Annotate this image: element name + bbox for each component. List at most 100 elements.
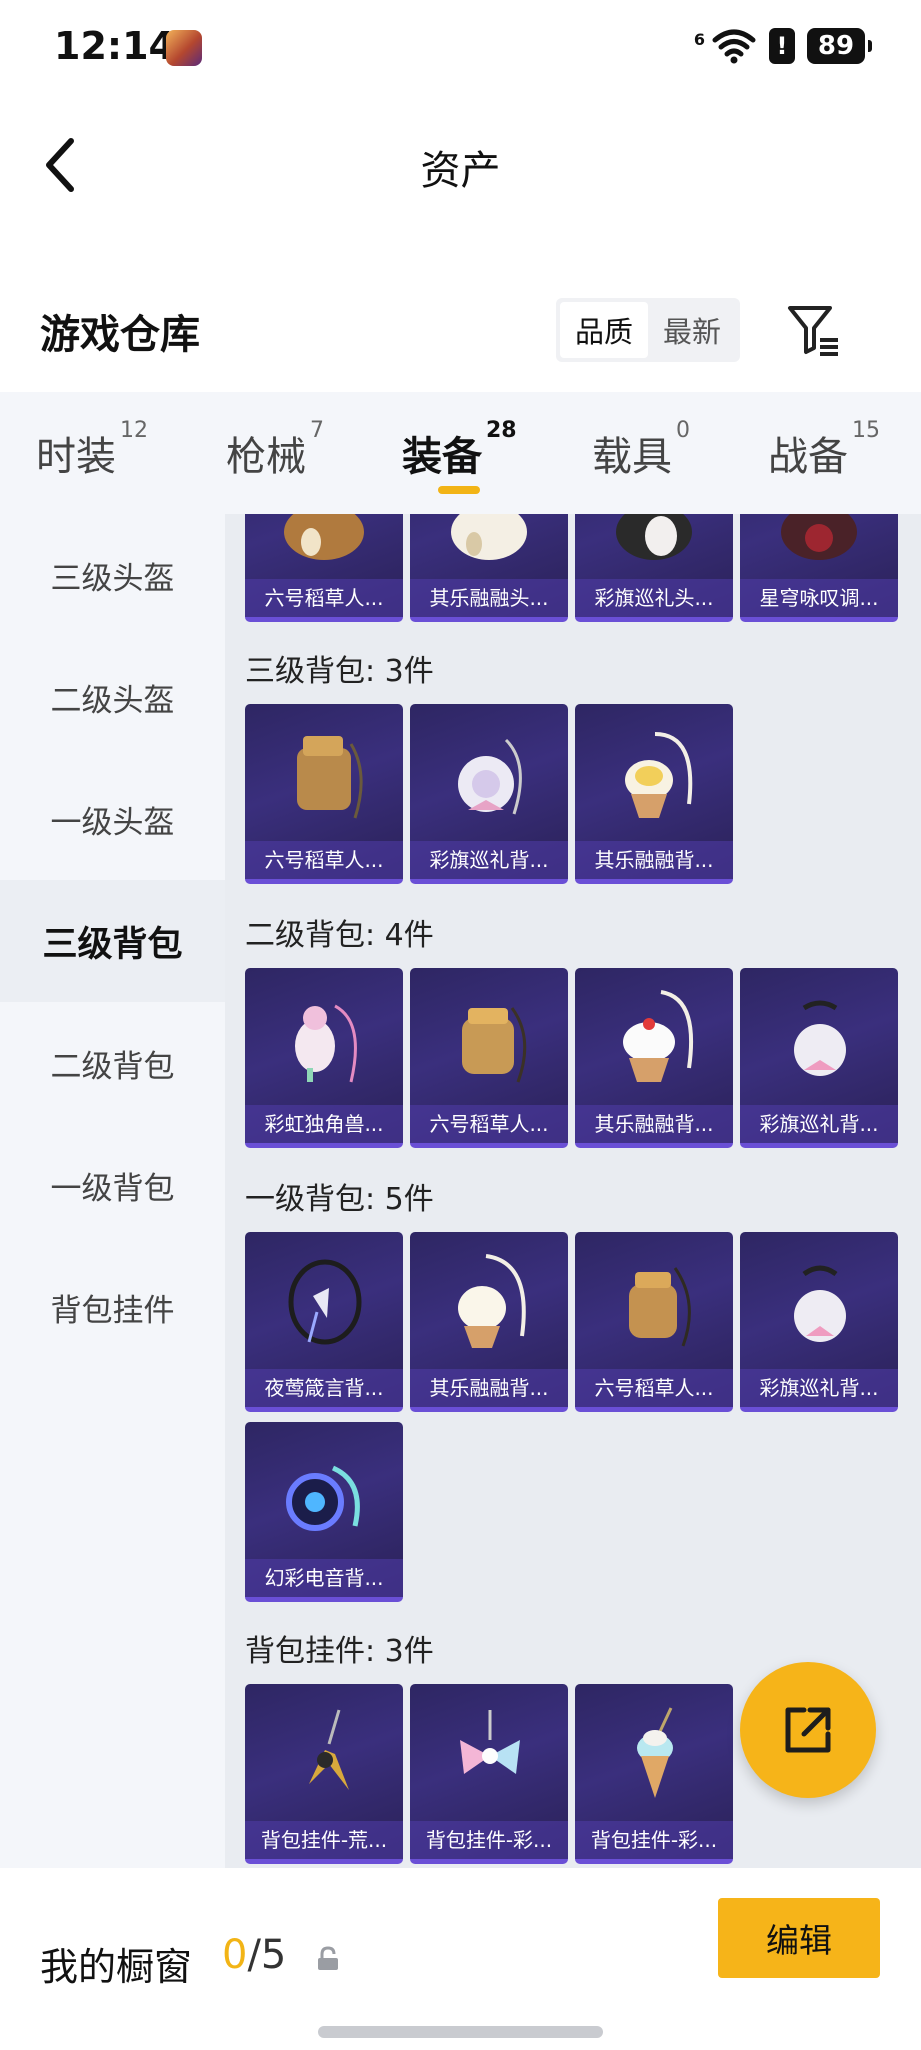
item-art (410, 1684, 568, 1824)
showcase-title: 我的橱窗 (40, 1945, 193, 1989)
tab-firearms[interactable]: 枪械7 (226, 418, 324, 482)
item-card[interactable]: 背包挂件-彩... (575, 1684, 733, 1864)
item-name: 幻彩电音背... (245, 1559, 403, 1597)
tab-label: 时装 (36, 434, 116, 480)
item-card[interactable]: 彩虹独角兽... (245, 968, 403, 1148)
item-name: 六号稻草人... (245, 579, 403, 617)
sort-by-quality[interactable]: 品质 (560, 302, 648, 358)
item-name: 其乐融融背... (410, 1369, 568, 1407)
sidebar-item-backpack-2[interactable]: 二级背包 (0, 1002, 225, 1124)
sort-toggle: 品质 最新 (556, 298, 740, 362)
item-card[interactable]: 六号稻草人... (575, 1232, 733, 1412)
item-art (575, 704, 733, 844)
item-art (245, 1684, 403, 1824)
item-card[interactable]: 六号稻草人... (245, 514, 403, 622)
showcase-current: 0 (222, 1932, 248, 1978)
share-button[interactable] (740, 1662, 876, 1798)
item-art (245, 1232, 403, 1372)
item-name: 其乐融融背... (575, 841, 733, 879)
tab-vehicles[interactable]: 载具0 (592, 418, 690, 482)
group-title-backpack-3: 三级背包: 3件 (245, 654, 434, 689)
item-card[interactable]: 背包挂件-荒... (245, 1684, 403, 1864)
network-type: 6 (693, 29, 705, 49)
edit-button[interactable]: 编辑 (718, 1898, 880, 1978)
tab-supplies[interactable]: 战备15 (768, 418, 880, 482)
item-card[interactable]: 六号稻草人... (410, 968, 568, 1148)
sort-by-newest[interactable]: 最新 (648, 302, 736, 358)
item-name: 其乐融融头... (410, 579, 568, 617)
item-name: 六号稻草人... (575, 1369, 733, 1407)
filter-button[interactable] (786, 302, 842, 358)
sidebar-item-helmet-3[interactable]: 三级头盔 (0, 514, 225, 636)
tab-count: 15 (852, 418, 880, 443)
sidebar-item-helmet-2[interactable]: 二级头盔 (0, 636, 225, 758)
tab-label: 枪械 (226, 434, 306, 480)
item-card[interactable]: 彩旗巡礼背... (410, 704, 568, 884)
tab-equipment[interactable]: 装备28 (402, 418, 517, 482)
active-tab-indicator (438, 486, 480, 494)
app-notification-icon (166, 30, 202, 66)
item-art (740, 514, 898, 582)
item-name: 背包挂件-彩... (410, 1821, 568, 1859)
warehouse-header: 游戏仓库 品质 最新 (0, 280, 921, 390)
tab-count: 12 (120, 418, 148, 443)
item-card[interactable]: 六号稻草人... (245, 704, 403, 884)
item-name: 背包挂件-荒... (245, 1821, 403, 1859)
sidebar-item-backpack-1[interactable]: 一级背包 (0, 1124, 225, 1246)
lock-icon (318, 1946, 338, 1970)
item-card[interactable]: 幻彩电音背... (245, 1422, 403, 1602)
showcase-count: 0/5 (222, 1932, 286, 1978)
subcategory-sidebar: 三级头盔 二级头盔 一级头盔 三级背包 二级背包 一级背包 背包挂件 (0, 514, 225, 1868)
item-name: 六号稻草人... (245, 841, 403, 879)
item-card[interactable]: 星穹咏叹调... (740, 514, 898, 622)
item-art (245, 514, 403, 582)
item-art (245, 704, 403, 844)
item-card[interactable]: 彩旗巡礼背... (740, 968, 898, 1148)
sidebar-item-backpack-charm[interactable]: 背包挂件 (0, 1246, 225, 1368)
item-name: 夜莺箴言背... (245, 1369, 403, 1407)
showcase-bar: 我的橱窗 0/5 编辑 (0, 1868, 921, 2050)
item-art (410, 704, 568, 844)
item-art (410, 968, 568, 1108)
item-art (575, 968, 733, 1108)
item-card[interactable]: 其乐融融背... (575, 968, 733, 1148)
tab-label: 载具 (592, 434, 672, 480)
tab-label: 战备 (768, 434, 848, 480)
item-art (245, 1422, 403, 1562)
item-card[interactable]: 夜莺箴言背... (245, 1232, 403, 1412)
item-name: 星穹咏叹调... (740, 579, 898, 617)
share-icon (785, 1707, 831, 1753)
status-bar: 12:14 6 ! 89 (0, 0, 921, 95)
page-title: 资产 (420, 148, 501, 194)
filter-icon (788, 306, 838, 356)
group-title-backpack-2: 二级背包: 4件 (245, 918, 434, 953)
sidebar-item-helmet-1[interactable]: 一级头盔 (0, 758, 225, 880)
item-card[interactable]: 彩旗巡礼头... (575, 514, 733, 622)
item-art (575, 514, 733, 582)
status-icons: 6 ! 89 (693, 28, 872, 64)
item-art (245, 968, 403, 1108)
item-art (740, 1232, 898, 1372)
tab-fashion[interactable]: 时装12 (36, 418, 148, 482)
item-card[interactable]: 彩旗巡礼背... (740, 1232, 898, 1412)
section-title: 游戏仓库 (40, 312, 200, 358)
category-tabs: 时装12 枪械7 装备28 载具0 战备15 (0, 392, 921, 514)
item-name: 彩虹独角兽... (245, 1105, 403, 1143)
tab-label: 装备 (402, 434, 482, 480)
item-card[interactable]: 其乐融融背... (575, 704, 733, 884)
top-app-bar: 资产 (0, 110, 921, 220)
tab-count: 0 (676, 418, 690, 443)
tab-count: 7 (310, 418, 324, 443)
sidebar-item-backpack-3[interactable]: 三级背包 (0, 880, 225, 1002)
group-title-backpack-charm: 背包挂件: 3件 (245, 1634, 434, 1669)
item-art (575, 1684, 733, 1824)
item-card[interactable]: 背包挂件-彩... (410, 1684, 568, 1864)
item-card[interactable]: 其乐融融头... (410, 514, 568, 622)
item-name: 彩旗巡礼背... (740, 1105, 898, 1143)
alert-icon: ! (769, 28, 795, 64)
item-name: 背包挂件-彩... (575, 1821, 733, 1859)
item-name: 彩旗巡礼背... (740, 1369, 898, 1407)
item-name: 彩旗巡礼头... (575, 579, 733, 617)
item-card[interactable]: 其乐融融背... (410, 1232, 568, 1412)
home-indicator[interactable] (318, 2026, 603, 2038)
